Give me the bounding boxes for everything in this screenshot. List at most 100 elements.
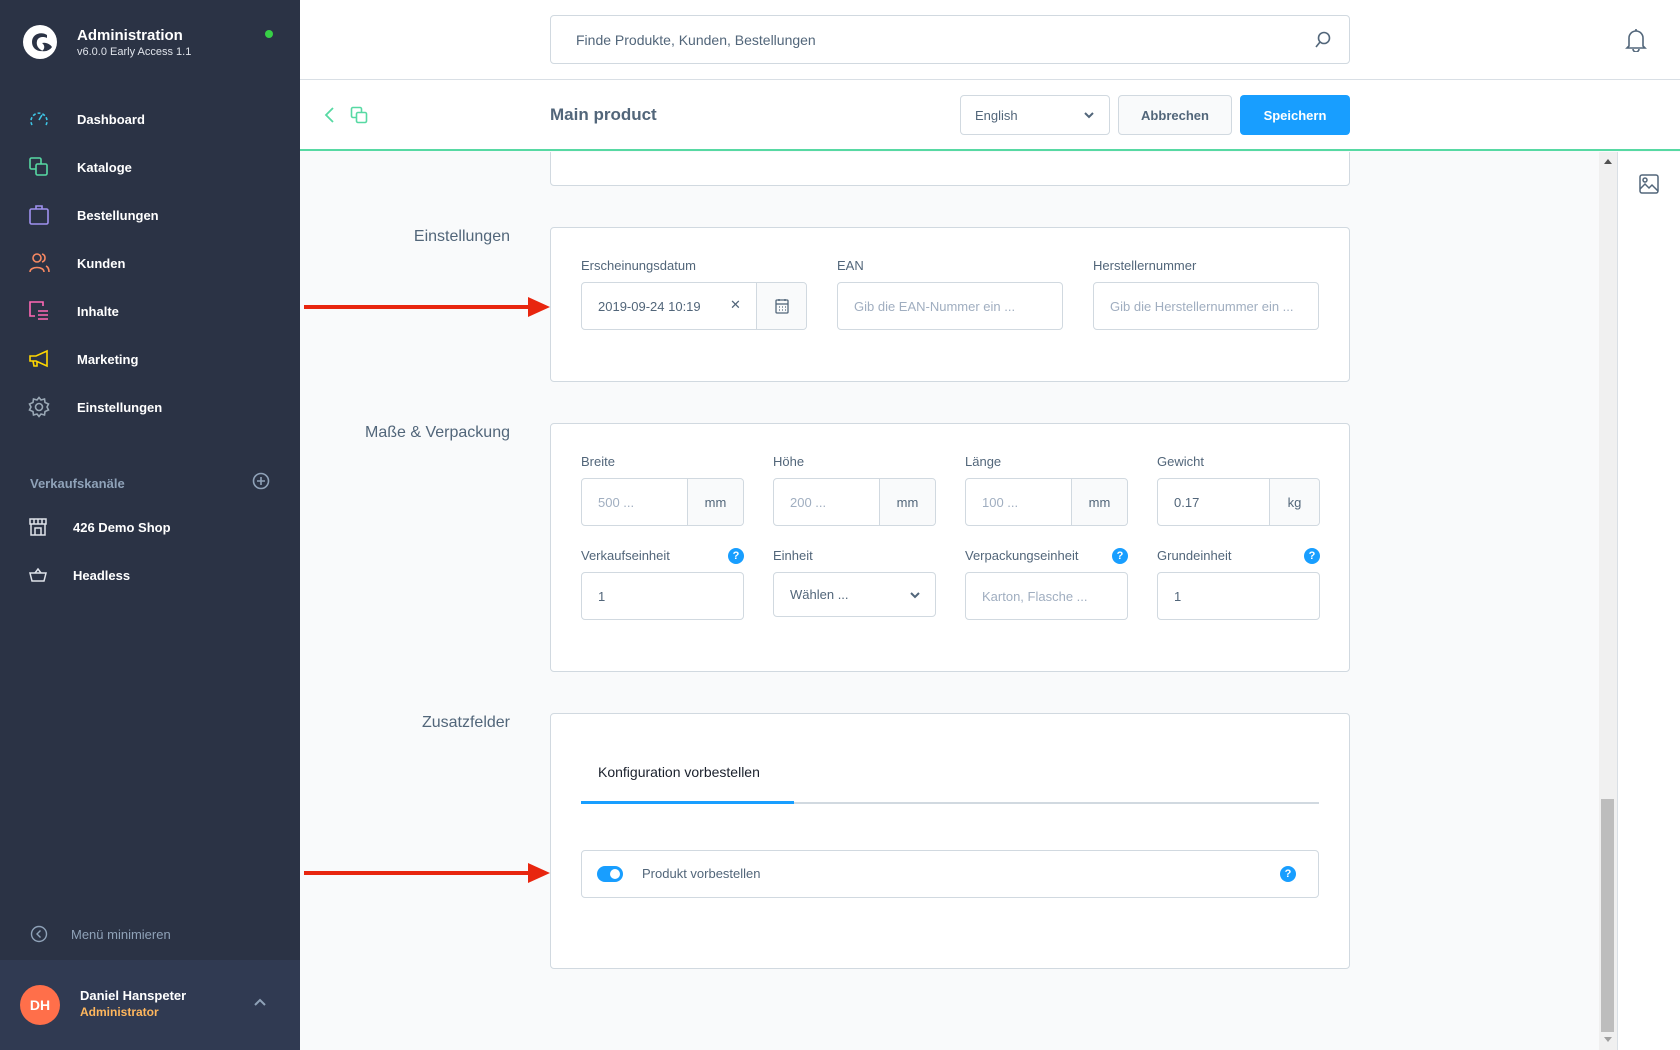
catalog-icon bbox=[29, 157, 48, 176]
tab-preorder-config[interactable]: Konfiguration vorbestellen bbox=[598, 764, 760, 780]
release-date-field[interactable]: 2019-09-24 10:19 ✕ bbox=[581, 282, 807, 330]
help-icon[interactable]: ? bbox=[1304, 548, 1320, 564]
annotation-arrow bbox=[304, 297, 550, 317]
sales-channel-headless[interactable]: Headless bbox=[28, 565, 130, 585]
sales-channel-demo-shop[interactable]: 426 Demo Shop bbox=[28, 517, 171, 537]
unit-select[interactable]: Wählen ... bbox=[773, 572, 936, 617]
annotation-arrow bbox=[304, 863, 550, 883]
ean-input[interactable]: Gib die EAN-Nummer ein ... bbox=[837, 282, 1063, 330]
calendar-icon bbox=[774, 299, 789, 314]
save-button[interactable]: Speichern bbox=[1240, 95, 1350, 135]
storefront-icon bbox=[29, 518, 47, 536]
back-chevron-icon[interactable] bbox=[322, 106, 336, 124]
content-scrollbar[interactable] bbox=[1599, 152, 1617, 1050]
length-placeholder: 100 ... bbox=[982, 494, 1019, 510]
customers-icon bbox=[29, 253, 50, 273]
duplicate-icon[interactable] bbox=[350, 106, 368, 124]
sidebar-item-bestellungen[interactable]: Bestellungen bbox=[0, 191, 300, 239]
manufacturer-number-label: Herstellernummer bbox=[1093, 258, 1197, 273]
plus-circle-icon bbox=[252, 472, 270, 490]
chevron-left-circle-icon bbox=[30, 925, 48, 943]
sales-channel-label: Headless bbox=[73, 567, 131, 583]
sidebar-item-marketing[interactable]: Marketing bbox=[0, 335, 300, 383]
search-input[interactable] bbox=[551, 16, 1291, 63]
sidebar-item-kunden[interactable]: Kunden bbox=[0, 239, 300, 287]
pack-unit-label: Verpackungseinheit bbox=[965, 548, 1079, 563]
section-label-settings: Einstellungen bbox=[413, 228, 510, 245]
add-sales-channel-button[interactable] bbox=[252, 472, 270, 495]
scroll-down-arrow-icon[interactable] bbox=[1604, 1037, 1612, 1042]
weight-input[interactable]: 0.17 kg bbox=[1157, 478, 1320, 526]
unit-select-placeholder: Wählen ... bbox=[790, 587, 849, 602]
width-input[interactable]: 500 ... mm bbox=[581, 478, 744, 526]
height-label: Höhe bbox=[773, 454, 805, 469]
cancel-button[interactable]: Abbrechen bbox=[1118, 95, 1232, 135]
language-select-value: English bbox=[975, 107, 1018, 123]
width-unit: mm bbox=[687, 479, 743, 525]
pack-unit-input[interactable]: Karton, Flasche ... bbox=[965, 572, 1128, 620]
minimize-menu-label: Menü minimieren bbox=[71, 926, 171, 942]
shopware-logo-icon bbox=[23, 25, 57, 59]
height-placeholder: 200 ... bbox=[790, 494, 827, 510]
user-name: Daniel Hanspeter bbox=[80, 988, 187, 1003]
chevron-up-icon[interactable] bbox=[253, 997, 267, 1007]
release-date-label: Erscheinungsdatum bbox=[581, 258, 696, 273]
sidebar-item-einstellungen[interactable]: Einstellungen bbox=[0, 383, 300, 431]
sidebar: Administration v6.0.0 Early Access 1.1 D… bbox=[0, 0, 300, 1050]
brand[interactable]: Administration v6.0.0 Early Access 1.1 bbox=[22, 24, 191, 60]
minimize-menu-button[interactable]: Menü minimieren bbox=[30, 925, 171, 943]
app-title: Administration bbox=[77, 27, 183, 44]
sidebar-item-label: Inhalte bbox=[77, 303, 119, 319]
reference-unit-input[interactable]: 1 bbox=[1157, 572, 1320, 620]
length-unit: mm bbox=[1071, 479, 1127, 525]
orders-icon bbox=[29, 205, 49, 225]
main-nav: Dashboard Kataloge Bestellungen Kunden I… bbox=[0, 95, 300, 431]
sales-channels-header: Verkaufskanäle bbox=[30, 472, 270, 495]
help-icon[interactable]: ? bbox=[1112, 548, 1128, 564]
custom-fields-card: Konfiguration vorbestellen Produkt vorbe… bbox=[550, 713, 1350, 969]
help-icon[interactable]: ? bbox=[728, 548, 744, 564]
scroll-up-arrow-icon[interactable] bbox=[1604, 159, 1612, 164]
tab-active-indicator bbox=[581, 801, 794, 804]
sales-channels-label: Verkaufskanäle bbox=[30, 476, 125, 491]
section-label-dimensions: Maße & Verpackung bbox=[365, 424, 510, 441]
status-indicator bbox=[265, 30, 273, 38]
toggle-knob bbox=[610, 869, 620, 879]
scroll-thumb[interactable] bbox=[1601, 799, 1614, 1032]
purchase-unit-label: Verkaufseinheit bbox=[581, 548, 670, 563]
previous-card bbox=[550, 152, 1350, 186]
height-input[interactable]: 200 ... mm bbox=[773, 478, 936, 526]
calendar-button[interactable] bbox=[756, 283, 806, 329]
language-select[interactable]: English bbox=[960, 95, 1110, 135]
global-search[interactable] bbox=[550, 15, 1350, 64]
clear-date-icon[interactable]: ✕ bbox=[730, 297, 741, 313]
sidebar-item-kataloge[interactable]: Kataloge bbox=[0, 143, 300, 191]
page-toolbar: Main product English Abbrechen Speichern bbox=[300, 80, 1680, 151]
ean-label: EAN bbox=[837, 258, 864, 273]
marketing-icon bbox=[29, 349, 48, 368]
manufacturer-number-input[interactable]: Gib die Herstellernummer ein ... bbox=[1093, 282, 1319, 330]
sidebar-item-inhalte[interactable]: Inhalte bbox=[0, 287, 300, 335]
length-input[interactable]: 100 ... mm bbox=[965, 478, 1128, 526]
media-image-icon[interactable] bbox=[1639, 174, 1659, 194]
user-profile[interactable]: DH Daniel Hanspeter Administrator bbox=[0, 960, 300, 1050]
preorder-toggle[interactable] bbox=[597, 866, 623, 882]
search-icon[interactable] bbox=[1313, 30, 1333, 50]
right-sidebar bbox=[1617, 152, 1680, 1050]
sidebar-item-label: Einstellungen bbox=[77, 399, 163, 415]
purchase-unit-input[interactable]: 1 bbox=[581, 572, 744, 620]
height-unit: mm bbox=[879, 479, 935, 525]
user-role: Administrator bbox=[80, 1005, 159, 1019]
unit-label: Einheit bbox=[773, 548, 813, 563]
help-icon[interactable]: ? bbox=[1280, 866, 1296, 882]
chevron-down-icon bbox=[910, 592, 920, 599]
sidebar-item-label: Dashboard bbox=[77, 111, 145, 127]
chevron-down-icon bbox=[1084, 112, 1094, 119]
weight-value: 0.17 bbox=[1174, 494, 1200, 510]
dashboard-icon bbox=[30, 112, 48, 126]
weight-label: Gewicht bbox=[1157, 454, 1204, 469]
content-icon bbox=[29, 301, 48, 320]
sidebar-item-dashboard[interactable]: Dashboard bbox=[0, 95, 300, 143]
preorder-toggle-row: Produkt vorbestellen ? bbox=[581, 850, 1319, 898]
bell-icon[interactable] bbox=[1625, 28, 1647, 52]
